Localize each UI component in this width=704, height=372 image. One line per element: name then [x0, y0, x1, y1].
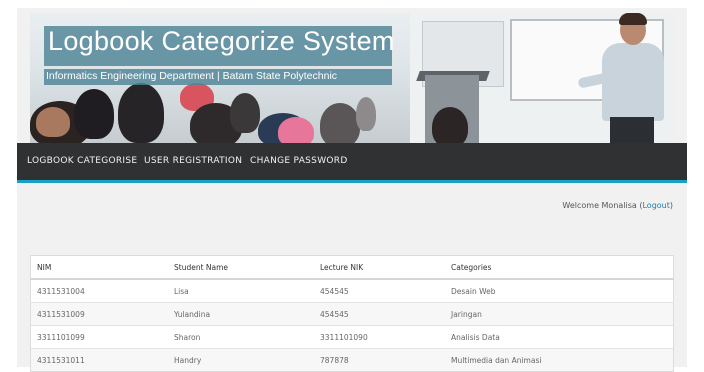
- nav-user-registration[interactable]: USER REGISTRATION: [144, 143, 242, 180]
- banner-students: [30, 83, 468, 143]
- cell-student-name: Sharon: [168, 325, 314, 349]
- banner-lecturer-legs: [610, 117, 654, 143]
- logbook-table: NIM Student Name Lecture NIK Categories …: [30, 255, 674, 372]
- table-row[interactable]: 4311531011 Handry 787878 Multimedia dan …: [30, 348, 674, 372]
- cell-lecture-nik: 787878: [314, 348, 445, 372]
- cell-category: Jaringan: [445, 302, 674, 326]
- cell-nim: 4311531004: [30, 278, 168, 303]
- cell-lecture-nik: 454545: [314, 302, 445, 326]
- table-row[interactable]: 4311531009 Yulandina 454545 Jaringan: [30, 302, 674, 326]
- cell-category: Desain Web: [445, 278, 674, 303]
- column-header-lecture-nik[interactable]: Lecture NIK: [314, 255, 445, 280]
- cell-student-name: Yulandina: [168, 302, 314, 326]
- banner-lecturer-hair: [619, 13, 647, 25]
- welcome-message: Welcome Monalisa (Logout): [562, 201, 673, 210]
- cell-nim: 3311101099: [30, 325, 168, 349]
- welcome-text: Welcome Monalisa (: [562, 201, 643, 210]
- page-container: Logbook Categorize System Informatics En…: [17, 8, 687, 372]
- main-navigation: LOGBOOK CATEGORISE USER REGISTRATION CHA…: [17, 143, 687, 183]
- cell-nim: 4311531009: [30, 302, 168, 326]
- column-header-categories[interactable]: Categories: [445, 255, 674, 280]
- column-header-student-name[interactable]: Student Name: [168, 255, 314, 280]
- table-row[interactable]: 3311101099 Sharon 3311101090 Analisis Da…: [30, 325, 674, 349]
- cell-category: Multimedia dan Animasi: [445, 348, 674, 372]
- welcome-text-close: ): [669, 201, 673, 210]
- nav-change-password[interactable]: CHANGE PASSWORD: [250, 143, 348, 180]
- table-header-row: NIM Student Name Lecture NIK Categories: [30, 255, 674, 280]
- cell-lecture-nik: 454545: [314, 278, 445, 303]
- app-title: Logbook Categorize System: [48, 26, 395, 56]
- banner-lecturer-body: [602, 43, 664, 121]
- column-header-nim[interactable]: NIM: [30, 255, 168, 280]
- cell-lecture-nik: 3311101090: [314, 325, 445, 349]
- table-row[interactable]: 4311531004 Lisa 454545 Desain Web: [30, 278, 674, 303]
- cell-nim: 4311531011: [30, 348, 168, 372]
- cell-student-name: Lisa: [168, 278, 314, 303]
- logout-link[interactable]: Logout: [642, 201, 669, 210]
- header-banner: Logbook Categorize System Informatics En…: [30, 13, 674, 143]
- nav-logbook-categorise[interactable]: LOGBOOK CATEGORISE: [27, 143, 137, 180]
- app-subtitle: Informatics Engineering Department | Bat…: [46, 70, 338, 82]
- cell-category: Analisis Data: [445, 325, 674, 349]
- cell-student-name: Handry: [168, 348, 314, 372]
